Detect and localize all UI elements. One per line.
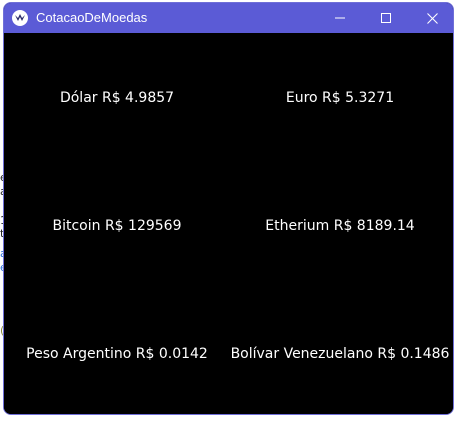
close-button[interactable] [409,3,453,33]
rate-label-etherium: Etherium R$ 8189.14 [265,218,415,234]
minimize-button[interactable] [317,3,363,33]
maximize-button[interactable] [363,3,409,33]
rates-grid: Dólar R$ 4.9857 Euro R$ 5.3271 Bitcoin R… [4,33,453,414]
rate-label-bitcoin: Bitcoin R$ 129569 [52,218,182,234]
app-window: CotacaoDeMoedas Dólar R$ 4.9857 Euro R$ … [3,2,454,415]
minimize-icon [335,13,345,23]
maximize-icon [381,13,391,23]
close-icon [426,12,438,24]
window-title: CotacaoDeMoedas [36,10,148,25]
rate-label-bolivar-venezuelano: Bolívar Venezuelano R$ 0.1486 [230,346,450,362]
kivy-app-icon [12,10,28,26]
title-bar[interactable]: CotacaoDeMoedas [4,3,453,33]
rate-label-dolar: Dólar R$ 4.9857 [59,90,175,106]
rate-label-peso-argentino: Peso Argentino R$ 0.0142 [26,346,208,362]
rate-label-euro: Euro R$ 5.3271 [285,90,395,106]
